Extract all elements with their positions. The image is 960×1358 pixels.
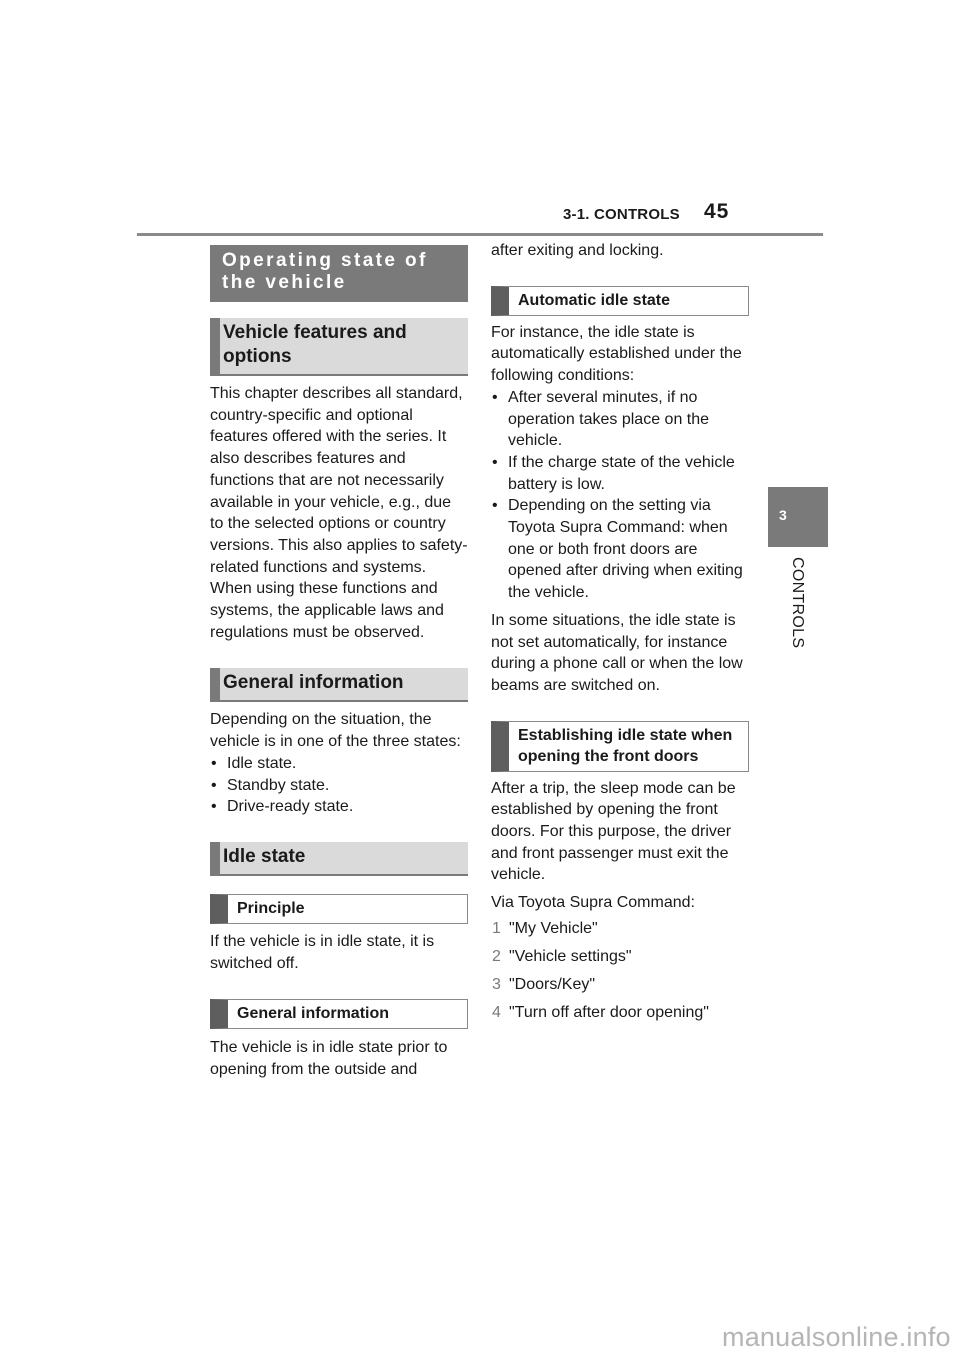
step-item: 2 "Vehicle settings"	[491, 946, 749, 968]
principle-paragraph: If the vehicle is in idle state, it is s…	[210, 932, 435, 972]
heading-idle-general-information: General information	[210, 999, 468, 1030]
heading-automatic-idle-state: Automatic idle state	[491, 285, 749, 316]
step-item: 1 "My Vehicle"	[491, 918, 749, 940]
list-item: • If the charge state of the vehicle batt…	[492, 453, 735, 493]
bullet-icon: •	[211, 798, 217, 816]
list-item: • Drive-ready state.	[210, 796, 468, 818]
chapter-tab	[768, 487, 828, 547]
chapter-label: CONTROLS	[789, 557, 806, 649]
bullet-icon: •	[211, 776, 217, 794]
step-label: "Vehicle settings"	[509, 948, 632, 966]
page-title: Operating state of the vehicle	[210, 245, 468, 302]
page-number: 45	[704, 200, 730, 223]
heading-vehicle-features: Vehicle features and options	[210, 318, 468, 376]
doors-paragraph: After a trip, the sleep mode can be esta…	[491, 779, 736, 884]
step-number: 3	[492, 976, 501, 994]
heading-general-information: General information	[210, 668, 468, 703]
heading-establishing-idle-state: Establishing idle state when opening the…	[491, 720, 749, 772]
conditions-list: • After several minutes, if no operation …	[491, 387, 749, 604]
idle-general-paragraph: The vehicle is in idle state prior to op…	[210, 1039, 448, 1079]
general-paragraph: Depending on the situation, the vehicle …	[210, 711, 461, 751]
via-command-text: Via Toyota Supra Command:	[491, 894, 695, 912]
right-column: after exiting and locking. Automatic idl…	[491, 240, 749, 1031]
bullet-icon: •	[492, 453, 498, 471]
auto-intro-paragraph: For instance, the idle state is automati…	[491, 323, 742, 385]
step-item: 4 "Turn off after door opening"	[491, 1002, 749, 1024]
heading-idle-state: Idle state	[210, 841, 468, 876]
continued-paragraph: after exiting and locking.	[491, 242, 664, 259]
features-paragraph: This chapter describes all standard, cou…	[210, 385, 468, 641]
list-item: • After several minutes, if no operation …	[492, 388, 710, 450]
menu-steps-list: 1 "My Vehicle" 2 "Vehicle settings" 3 "Door…	[491, 918, 749, 1024]
step-number: 2	[492, 948, 501, 966]
bullet-icon: •	[492, 388, 498, 406]
list-item: • Standby state.	[210, 775, 468, 797]
left-column: Operating state of the vehicle Vehicle f…	[210, 245, 468, 1081]
bullet-icon: •	[211, 754, 217, 772]
section-header: 3-1. CONTROLS	[563, 206, 680, 223]
step-label: "My Vehicle"	[509, 919, 598, 937]
chapter-number: 3	[779, 507, 787, 523]
watermark: manualsonline.info	[722, 1322, 951, 1352]
step-item: 3 "Doors/Key"	[491, 974, 749, 996]
step-label: "Doors/Key"	[509, 976, 596, 994]
heading-principle: Principle	[210, 893, 468, 924]
step-number: 1	[492, 919, 501, 937]
step-number: 4	[492, 1004, 501, 1022]
header-divider	[137, 233, 823, 236]
states-list: • Idle state. • Standby state. • Drive-read…	[210, 753, 468, 818]
list-item: • Idle state.	[210, 753, 468, 775]
step-label: "Turn off after door opening"	[509, 1004, 709, 1022]
auto-note-paragraph: In some situations, the idle state is no…	[491, 611, 743, 694]
bullet-icon: •	[492, 497, 498, 515]
list-item: • Depending on the setting via Toyota Sup…	[492, 497, 743, 602]
